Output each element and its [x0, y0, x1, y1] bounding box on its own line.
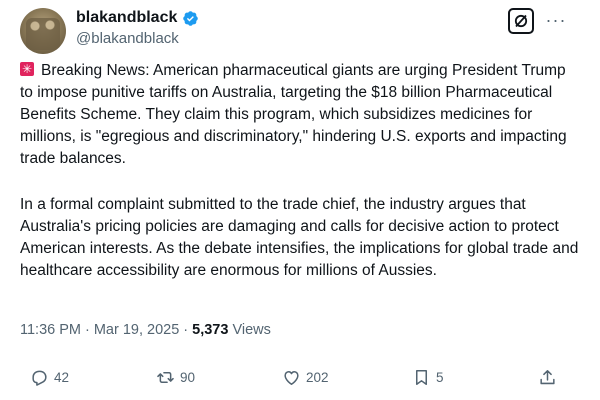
share-button[interactable]	[538, 368, 557, 387]
views-count[interactable]: 5,373	[192, 322, 228, 338]
bookmark-count: 5	[436, 370, 444, 385]
reply-count: 42	[54, 370, 70, 385]
tweet-paragraph-1-text: Breaking News: American pharmaceutical g…	[20, 62, 567, 167]
tweet-date[interactable]: Mar 19, 2025	[94, 322, 179, 338]
views-label: Views	[232, 322, 271, 338]
reply-button[interactable]: 42	[30, 368, 69, 387]
tweet-time[interactable]: 11:36 PM	[20, 322, 81, 338]
siren-emoji-icon	[20, 60, 34, 78]
tweet-meta: 11:36 PM · Mar 19, 2025 · 5,373 Views	[20, 322, 271, 338]
bookmark-icon	[415, 370, 428, 385]
action-bar: 42 90 202 5	[20, 368, 560, 392]
avatar[interactable]	[20, 8, 66, 54]
tweet: blakandblack @blakandblack ··· Breaking …	[0, 0, 600, 400]
grok-button[interactable]	[508, 8, 534, 34]
more-button[interactable]: ···	[544, 10, 568, 30]
grok-icon	[514, 14, 528, 28]
user-handle[interactable]: @blakandblack	[76, 30, 179, 47]
like-button[interactable]: 202	[282, 368, 329, 387]
repost-button[interactable]: 90	[156, 368, 195, 387]
meta-separator: ·	[85, 322, 90, 338]
like-count: 202	[306, 370, 329, 385]
share-icon	[540, 370, 555, 385]
verified-badge-icon	[183, 10, 199, 26]
bookmark-button[interactable]: 5	[412, 368, 444, 387]
meta-separator: ·	[183, 322, 189, 338]
heart-icon	[284, 371, 299, 385]
user-name-row: blakandblack	[76, 9, 199, 27]
tweet-paragraph-2: In a formal complaint submitted to the t…	[20, 196, 579, 279]
reply-icon	[32, 370, 47, 386]
more-icon: ···	[545, 10, 567, 30]
repost-count: 90	[180, 370, 196, 385]
display-name[interactable]: blakandblack	[76, 9, 177, 27]
tweet-paragraph-1: Breaking News: American pharmaceutical g…	[20, 60, 580, 170]
repost-icon	[157, 371, 174, 384]
